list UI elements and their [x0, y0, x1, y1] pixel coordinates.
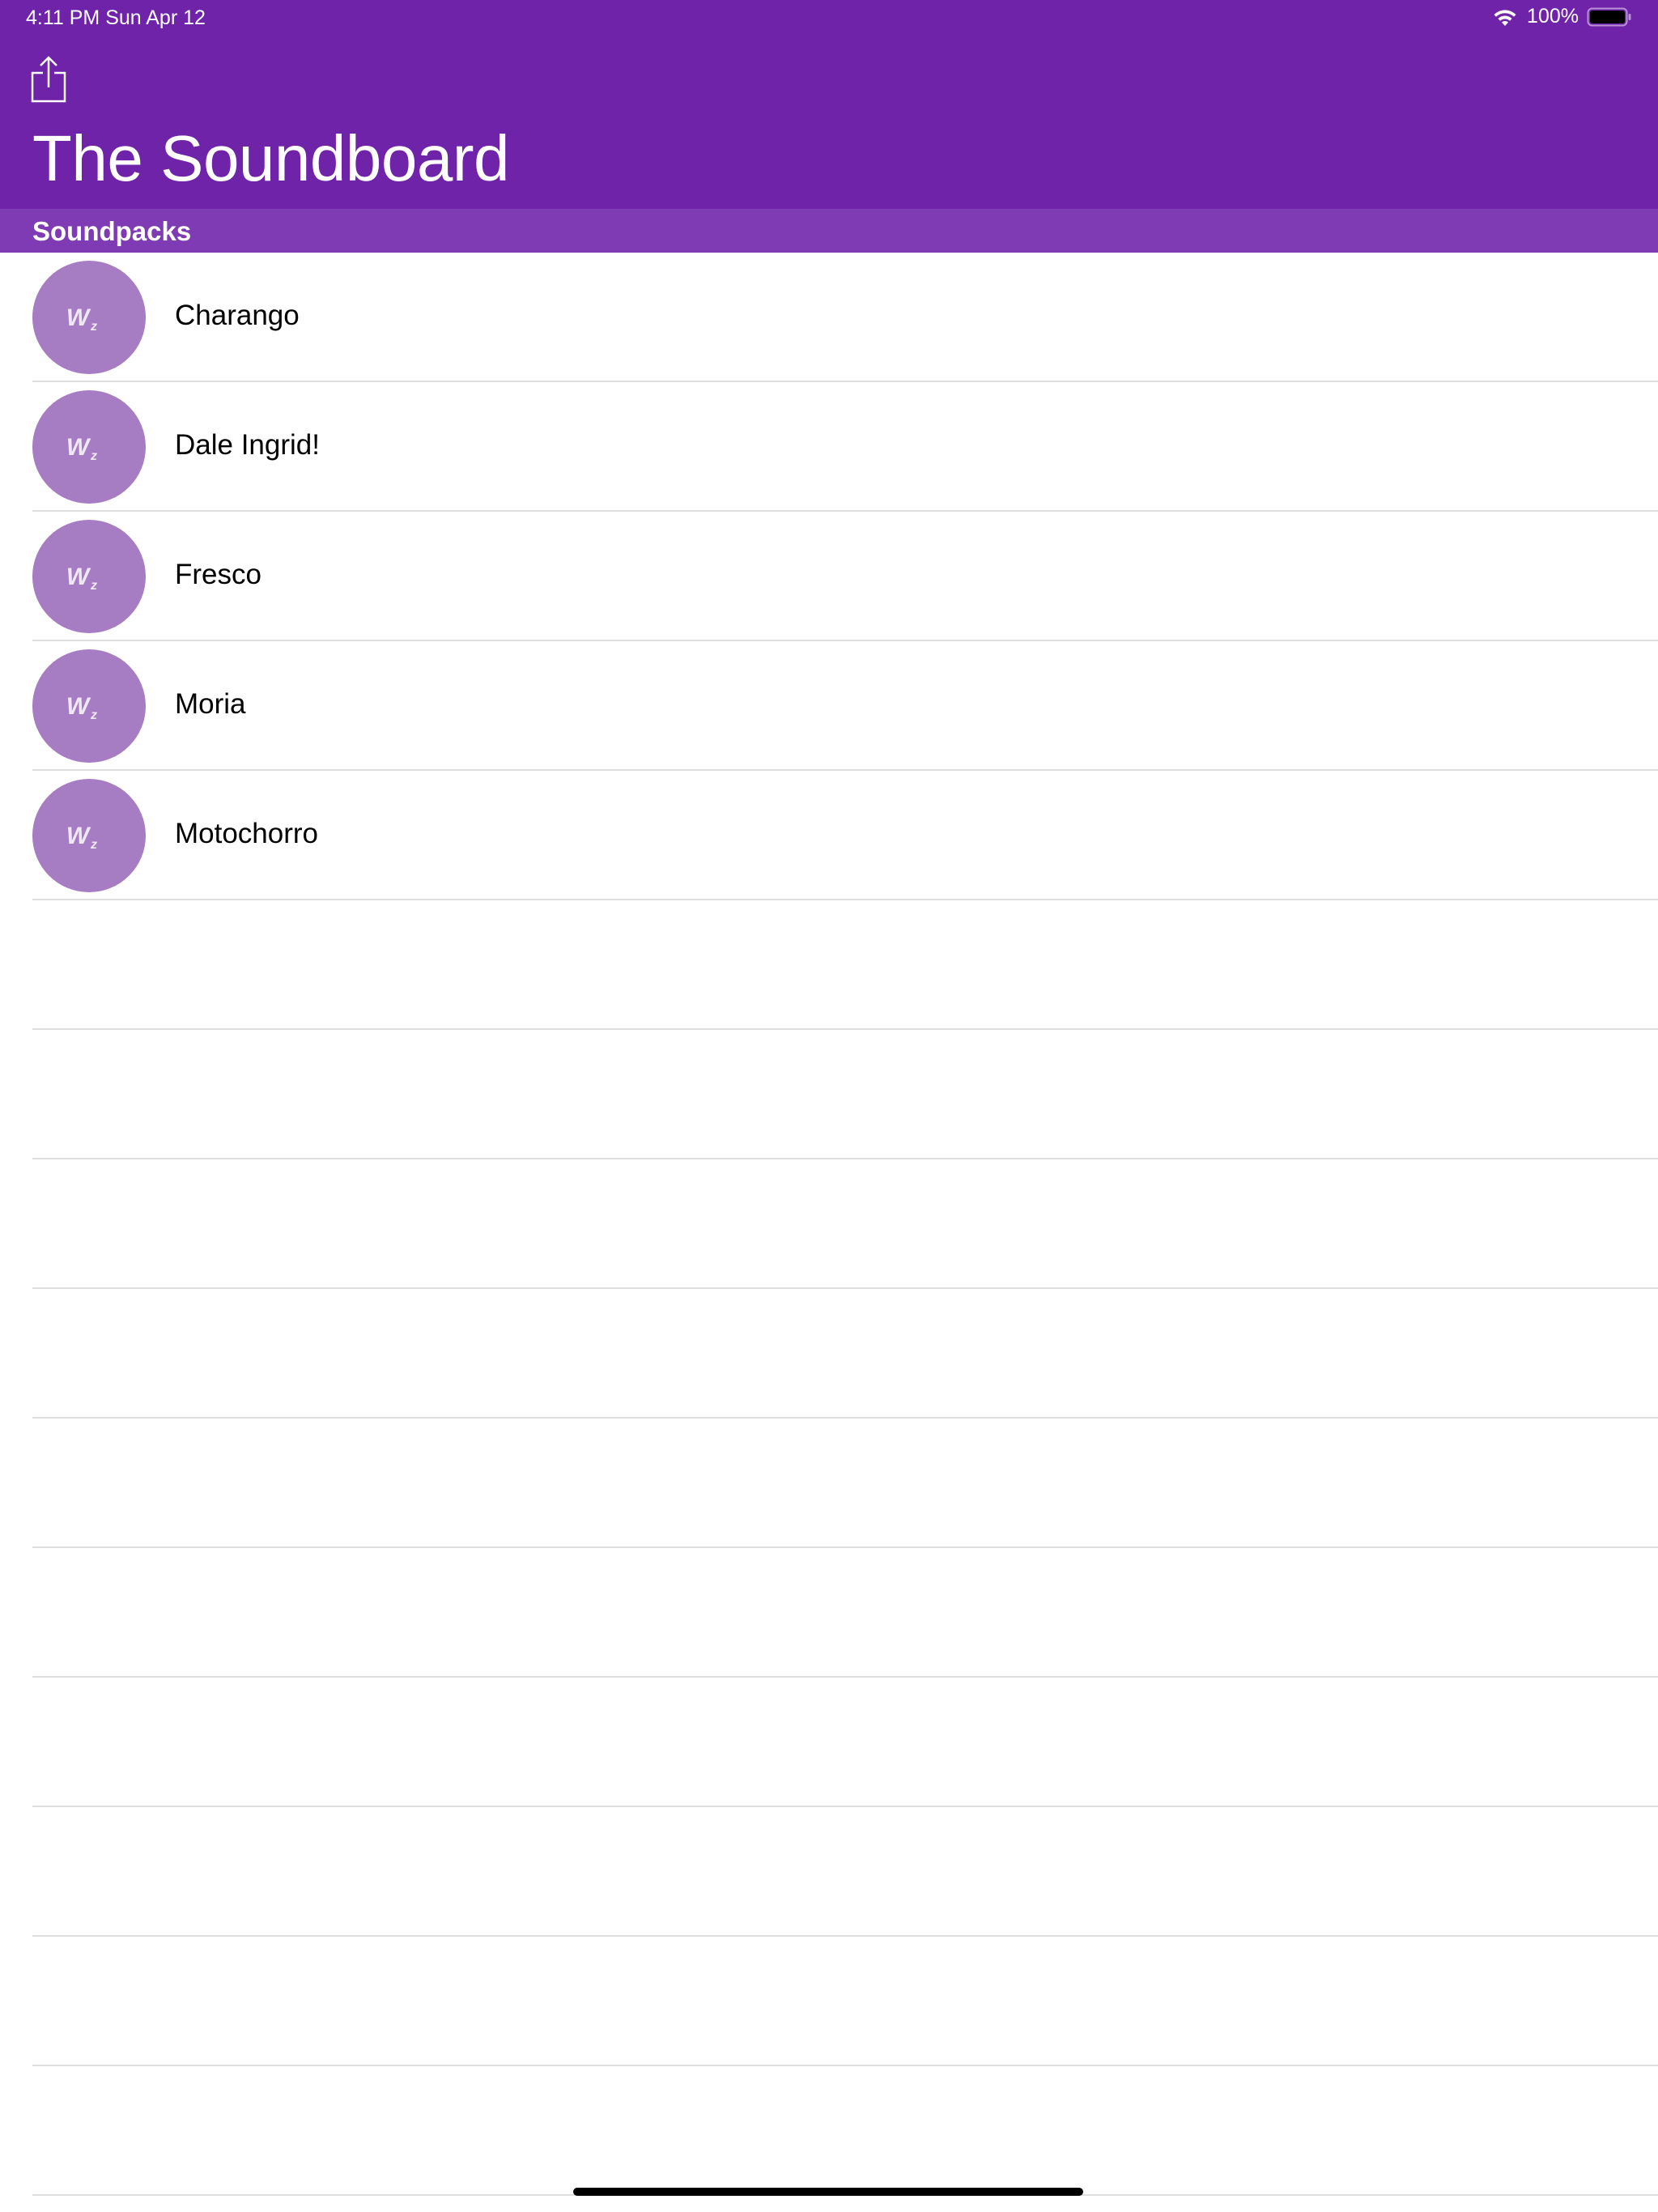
battery-icon [1587, 6, 1632, 28]
soundpack-avatar: W z [32, 390, 146, 504]
status-bar: 4:11 PM Sun Apr 12 100% [0, 0, 1658, 39]
empty-row [0, 1159, 1658, 1289]
status-indicators: 100% [1491, 5, 1632, 28]
soundpack-label: Fresco [175, 559, 261, 590]
soundpack-avatar: W z [32, 520, 146, 633]
svg-text:z: z [90, 449, 97, 463]
empty-row [0, 1030, 1658, 1159]
soundboard-screen: 4:11 PM Sun Apr 12 100% The Soundboard S… [0, 0, 1658, 2212]
soundpack-row-charango[interactable]: W z Charango [0, 253, 1658, 382]
svg-text:z: z [90, 320, 97, 334]
soundpack-label: Motochorro [175, 818, 319, 849]
svg-text:z: z [90, 708, 97, 722]
soundpack-label: Moria [175, 688, 246, 720]
soundpack-avatar: W z [32, 261, 146, 374]
soundpack-avatar: W z [32, 649, 146, 763]
soundpack-label: Dale Ingrid! [175, 429, 320, 461]
battery-percentage: 100% [1527, 5, 1579, 28]
svg-text:W: W [66, 564, 91, 590]
soundpack-avatar: W z [32, 779, 146, 892]
soundpack-list: W z Charango W z Dale Ingrid! W z Fresco… [0, 253, 1658, 2196]
svg-text:z: z [90, 838, 97, 852]
svg-text:W: W [66, 304, 91, 331]
empty-row [0, 1678, 1658, 1807]
status-time: 4:11 PM Sun Apr 12 [26, 6, 206, 29]
svg-text:W: W [66, 693, 91, 720]
home-indicator[interactable] [573, 2188, 1083, 2196]
empty-row [0, 1289, 1658, 1419]
navigation-header: 4:11 PM Sun Apr 12 100% The Soundboard [0, 0, 1658, 209]
section-title: Soundpacks [32, 216, 192, 246]
svg-text:W: W [66, 434, 91, 461]
empty-row [0, 900, 1658, 1030]
svg-text:W: W [66, 823, 91, 849]
svg-text:z: z [90, 579, 97, 593]
soundpack-label: Charango [175, 300, 300, 331]
empty-row [0, 2066, 1658, 2196]
soundpack-row-fresco[interactable]: W z Fresco [0, 512, 1658, 641]
empty-row [0, 1419, 1658, 1548]
soundpack-row-dale-ingrid[interactable]: W z Dale Ingrid! [0, 382, 1658, 512]
section-header: Soundpacks [0, 209, 1658, 253]
wifi-icon [1491, 6, 1519, 28]
soundpack-row-moria[interactable]: W z Moria [0, 641, 1658, 771]
empty-row [0, 1807, 1658, 1937]
empty-row [0, 1548, 1658, 1678]
soundpack-row-motochorro[interactable]: W z Motochorro [0, 771, 1658, 900]
empty-row [0, 1937, 1658, 2066]
share-icon [29, 55, 68, 104]
page-title: The Soundboard [32, 122, 510, 194]
share-button[interactable] [29, 55, 68, 104]
